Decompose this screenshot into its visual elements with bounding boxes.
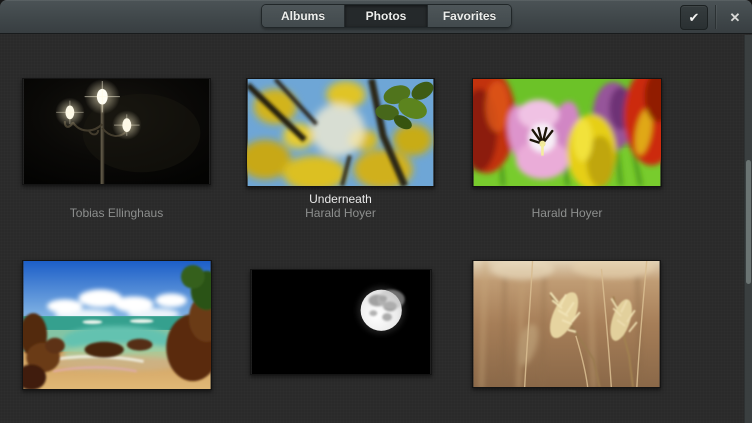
- view-switcher: Albums Photos Favorites: [261, 4, 512, 28]
- header-actions: ✔ ✕: [680, 0, 747, 34]
- header-separator: [715, 5, 716, 29]
- autumn-canopy-image: [247, 79, 434, 186]
- photo-author: Harald Hoyer: [246, 207, 435, 220]
- photo-title: Underneath: [246, 193, 435, 206]
- photo-author: Tobias Ellinghaus: [22, 207, 211, 220]
- photo-thumbnail-dry-grass[interactable]: [472, 260, 661, 388]
- selection-mode-button[interactable]: ✔: [680, 5, 708, 30]
- photo-thumbnail-beach[interactable]: [22, 260, 212, 390]
- street-lamp-image: [23, 79, 210, 184]
- dry-grass-image: [473, 261, 660, 387]
- close-button[interactable]: ✕: [723, 5, 747, 29]
- tab-photos[interactable]: Photos: [345, 5, 428, 27]
- photos-app-window: Albums Photos Favorites ✔ ✕: [0, 0, 752, 423]
- vertical-scrollbar[interactable]: [744, 35, 752, 423]
- header-bar: Albums Photos Favorites ✔ ✕: [0, 0, 752, 34]
- beach-image: [23, 261, 211, 389]
- photo-thumbnail-moon[interactable]: [250, 269, 432, 375]
- photo-author: Harald Hoyer: [472, 207, 662, 220]
- tab-albums[interactable]: Albums: [262, 5, 345, 27]
- photo-thumbnail-street-lamp[interactable]: [22, 78, 211, 185]
- close-icon: ✕: [730, 10, 741, 25]
- moon-image: [251, 270, 431, 374]
- photo-thumbnail-underneath[interactable]: [246, 78, 435, 187]
- tulips-image: [473, 79, 661, 186]
- tab-favorites[interactable]: Favorites: [428, 5, 511, 27]
- checkmark-icon: ✔: [689, 10, 700, 25]
- photo-thumbnail-tulips[interactable]: [472, 78, 662, 187]
- scrollbar-thumb[interactable]: [746, 160, 751, 284]
